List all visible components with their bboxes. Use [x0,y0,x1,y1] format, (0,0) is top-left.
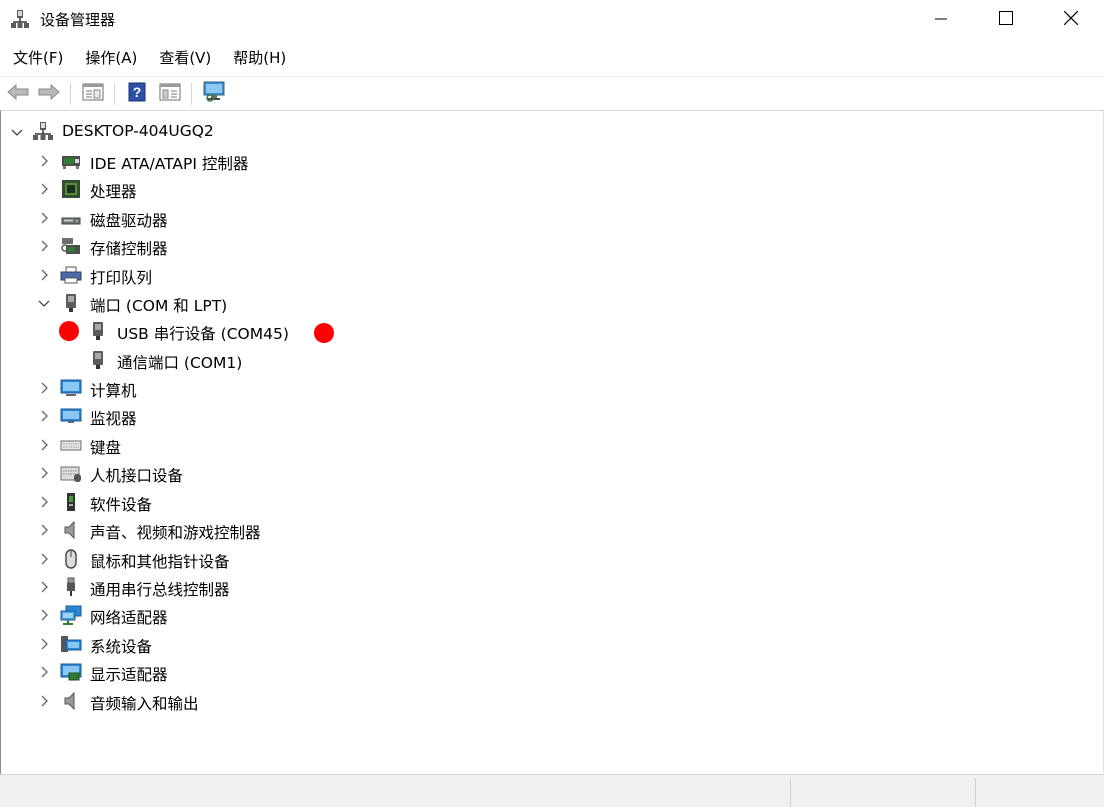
tree-item-label: 处理器 [90,183,137,201]
chevron-right-icon[interactable] [38,581,50,593]
ide-controller-icon [60,151,82,171]
tree-item-label: 磁盘驱动器 [90,212,168,230]
display-adapter-icon [60,662,82,682]
system-device-icon [60,634,82,654]
tree-item-label: 声音、视频和游戏控制器 [90,524,261,542]
computer-icon [60,378,82,398]
tree-item-label: 计算机 [90,382,137,400]
tree-item-label: IDE ATA/ATAPI 控制器 [90,155,249,173]
help-button[interactable]: ? [124,81,150,107]
chevron-right-icon[interactable] [38,155,50,167]
chevron-right-icon[interactable] [38,609,50,621]
maximize-button[interactable] [975,0,1037,38]
back-button[interactable] [5,81,31,107]
maximize-icon [999,10,1013,29]
chevron-right-icon[interactable] [38,524,50,536]
chevron-right-icon[interactable] [38,212,50,224]
highlight-marker [314,323,334,343]
tree-item-label: 通信端口 (COM1) [117,354,243,372]
chevron-right-icon[interactable] [38,269,50,281]
keyboard-icon [60,435,82,455]
computer-network-icon [32,121,54,141]
tree-item-label: 显示适配器 [90,666,168,684]
menu-help[interactable]: 帮助(H) [222,44,297,70]
status-bar-divider [975,778,976,807]
tree-item-label: 鼠标和其他指针设备 [90,553,230,571]
tree-item-label: 网络适配器 [90,609,168,627]
chevron-right-icon[interactable] [38,410,50,422]
printer-icon [60,265,82,285]
menu-bar: 文件(F) 操作(A) 查看(V) 帮助(H) [0,44,297,70]
menu-view[interactable]: 查看(V) [148,44,222,70]
tree-item-label: 通用串行总线控制器 [90,581,230,599]
panel-view-button[interactable] [157,81,183,107]
port-icon [87,321,109,341]
status-bar [0,774,1104,807]
chevron-right-icon[interactable] [38,496,50,508]
properties-view-button[interactable] [80,81,106,107]
mouse-icon [60,549,82,569]
port-icon [87,350,109,370]
chevron-down-icon[interactable] [11,126,23,138]
forward-icon [38,83,60,105]
monitor-icon [60,406,82,426]
toolbar: ? [0,76,1104,110]
window-title: 设备管理器 [40,11,116,29]
toolbar-separator [114,83,115,105]
minimize-icon [935,10,947,29]
minimize-button[interactable] [910,0,972,38]
chevron-right-icon[interactable] [38,240,50,252]
chevron-right-icon[interactable] [38,666,50,678]
tree-item-label: 监视器 [90,410,137,428]
audio-io-icon [60,691,82,711]
usb-icon [60,577,82,597]
hid-icon [60,463,82,483]
chevron-right-icon[interactable] [38,695,50,707]
tree-item-label: 软件设备 [90,496,153,514]
help-icon: ? [128,82,146,106]
tree-item-label: USB 串行设备 (COM45) [117,325,289,343]
network-adapter-icon [60,605,82,625]
processor-icon [60,179,82,199]
tree-item-label: 端口 (COM 和 LPT) [90,297,228,315]
storage-controller-icon [60,236,82,256]
scan-monitor-icon [202,81,226,107]
software-device-icon [60,492,82,512]
toolbar-separator [70,83,71,105]
tree-item-label: 存储控制器 [90,240,168,258]
chevron-right-icon[interactable] [38,382,50,394]
panel-view-icon [159,83,181,105]
chevron-right-icon[interactable] [38,439,50,451]
tree-item-label: 人机接口设备 [90,467,184,485]
chevron-right-icon[interactable] [38,553,50,565]
device-manager-app-icon [10,9,30,29]
highlight-marker [59,321,79,341]
chevron-right-icon[interactable] [38,638,50,650]
chevron-down-icon[interactable] [38,297,50,309]
toolbar-separator [191,83,192,105]
tree-item-label: 键盘 [90,439,122,457]
port-icon [60,293,82,313]
chevron-right-icon[interactable] [38,183,50,195]
tree-item-label: 打印队列 [90,269,153,287]
menu-action[interactable]: 操作(A) [74,44,148,70]
speaker-icon [60,520,82,540]
menu-file[interactable]: 文件(F) [0,44,74,70]
device-tree: DESKTOP-404UGQ2 IDE ATA/ATAPI 控制器 处理器 磁盘… [0,110,1104,774]
tree-item-label: 音频输入和输出 [90,695,199,713]
computer-name-label: DESKTOP-404UGQ2 [62,122,214,140]
scan-hardware-button[interactable] [201,81,227,107]
close-icon [1063,10,1079,29]
back-icon [7,83,29,105]
chevron-right-icon[interactable] [38,467,50,479]
status-bar-divider [790,778,791,807]
forward-button[interactable] [36,81,62,107]
title-bar: 设备管理器 [0,0,1104,38]
tree-item-label: 系统设备 [90,638,153,656]
disk-drive-icon [60,208,82,228]
svg-text:?: ? [133,84,142,100]
close-button[interactable] [1040,0,1102,38]
properties-view-icon [82,83,104,105]
